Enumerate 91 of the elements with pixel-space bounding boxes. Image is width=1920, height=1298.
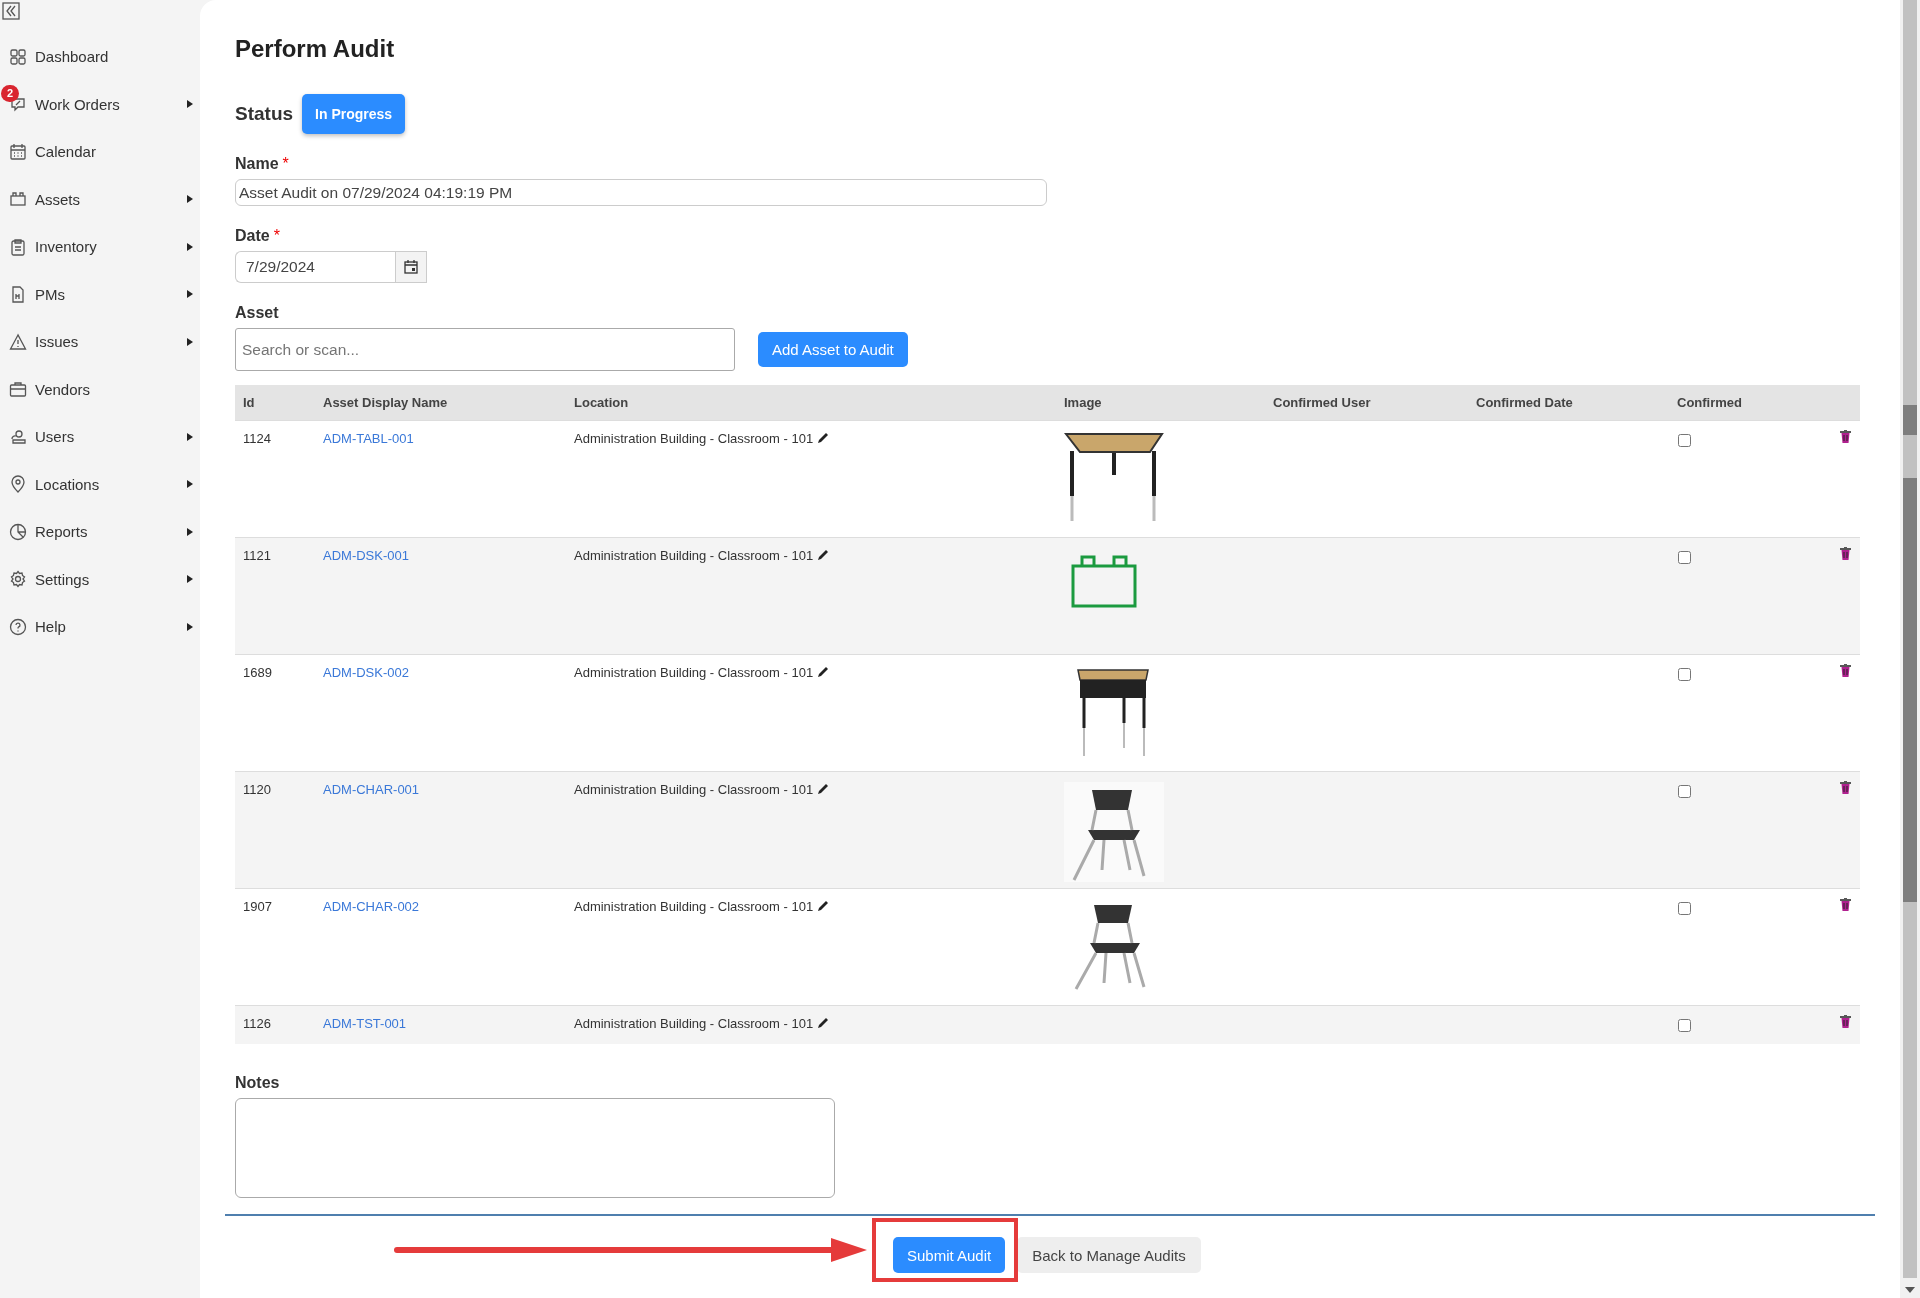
sidebar-item[interactable]: Calendar <box>0 128 200 176</box>
scrollbar-track[interactable] <box>1903 0 1917 1278</box>
sidebar-item[interactable]: PMs <box>0 270 200 318</box>
table-cell: Administration Building - Classroom - 101 <box>574 431 814 446</box>
sidebar-item-icon <box>9 285 27 304</box>
confirmed-checkbox[interactable] <box>1678 1019 1691 1032</box>
sidebar-item-icon <box>9 142 27 161</box>
sidebar-item-icon <box>9 47 27 66</box>
back-button[interactable]: Back to Manage Audits <box>1017 1237 1201 1273</box>
table-cell: Administration Building - Classroom - 101 <box>574 1016 814 1031</box>
sidebar-item-icon <box>9 332 27 351</box>
asset-link[interactable]: ADM-TABL-001 <box>323 431 414 446</box>
notes-field[interactable] <box>235 1098 835 1198</box>
date-label: Date <box>235 227 270 244</box>
pencil-icon[interactable] <box>817 548 831 561</box>
pencil-icon[interactable] <box>817 782 831 795</box>
sidebar-item-icon <box>9 570 27 589</box>
pencil-icon[interactable] <box>817 665 831 678</box>
asset-link[interactable]: ADM-CHAR-002 <box>323 899 420 914</box>
table-cell: 1124 <box>243 431 271 446</box>
table-cell: 1689 <box>243 665 272 680</box>
confirmed-checkbox[interactable] <box>1678 902 1691 915</box>
sidebar-item[interactable]: Settings <box>0 555 200 603</box>
pencil-icon[interactable] <box>817 899 831 912</box>
sidebar-item[interactable]: Vendors <box>0 365 200 413</box>
sidebar-item-icon <box>9 190 27 209</box>
table-cell: Administration Building - Classroom - 101 <box>574 665 814 680</box>
sidebar-item-icon <box>9 617 27 636</box>
name-field[interactable]: Asset Audit on 07/29/2024 04:19:19 PM <box>235 179 1047 206</box>
column-header: Confirmed Date <box>1475 394 1574 412</box>
asset-link[interactable]: ADM-DSK-002 <box>323 665 409 680</box>
sidebar-item[interactable]: Dashboard <box>0 33 200 81</box>
asset-link[interactable]: ADM-TST-001 <box>323 1016 407 1031</box>
status-badge: In Progress <box>302 94 406 134</box>
status-label: Status <box>235 103 294 125</box>
sidebar-item-icon <box>9 427 27 446</box>
asset-link[interactable]: ADM-DSK-001 <box>323 548 409 563</box>
scrollbar-thumb[interactable] <box>1903 478 1917 902</box>
calendar-button[interactable] <box>395 251 427 283</box>
table-cell: 1121 <box>243 548 271 563</box>
scrollbar-thumb[interactable] <box>1903 405 1917 435</box>
sidebar-item-icon <box>9 475 27 494</box>
confirmed-checkbox[interactable] <box>1678 785 1691 798</box>
sidebar-item-icon <box>9 237 27 256</box>
column-header: Asset Display Name <box>322 394 449 412</box>
trash-icon[interactable] <box>1840 547 1851 560</box>
collapse-sidebar-icon[interactable] <box>2 2 20 20</box>
sidebar-item[interactable]: Issues <box>0 318 200 366</box>
notes-label: Notes <box>235 1074 280 1091</box>
date-field[interactable]: 7/29/2024 <box>235 251 395 283</box>
table-cell: 1907 <box>243 899 272 914</box>
sidebar-item[interactable]: Inventory <box>0 223 200 271</box>
sidebar-item-icon <box>9 95 27 114</box>
sidebar-item[interactable]: Users <box>0 413 200 461</box>
pencil-icon[interactable] <box>817 1016 831 1029</box>
column-header: Id <box>242 394 256 412</box>
trash-icon[interactable] <box>1840 898 1851 911</box>
column-header: Confirmed User <box>1272 394 1372 412</box>
table-cell: Administration Building - Classroom - 101 <box>574 548 814 563</box>
table-cell: Administration Building - Classroom - 101 <box>574 899 814 914</box>
scroll-down-icon[interactable] <box>1905 1287 1915 1293</box>
name-label: Name <box>235 155 279 172</box>
notification-badge: 2 <box>1 84 19 102</box>
sidebar-item[interactable]: Assets <box>0 175 200 223</box>
table-cell: 1126 <box>243 1016 271 1031</box>
confirmed-checkbox[interactable] <box>1678 551 1691 564</box>
trash-icon[interactable] <box>1840 664 1851 677</box>
table-cell: 1120 <box>243 782 271 797</box>
sidebar-item[interactable]: Work Orders 2 <box>0 80 200 128</box>
required-mark: * <box>282 155 289 172</box>
column-header: Location <box>573 394 630 412</box>
column-header: Image <box>1063 394 1103 412</box>
calendar-icon <box>404 260 418 274</box>
trash-icon[interactable] <box>1840 1015 1851 1028</box>
trash-icon[interactable] <box>1840 430 1851 443</box>
asset-label: Asset <box>235 304 279 321</box>
table-cell: Administration Building - Classroom - 101 <box>574 782 814 797</box>
trash-icon[interactable] <box>1840 781 1851 794</box>
page-title: Perform Audit <box>235 34 396 64</box>
sidebar-item[interactable]: Locations <box>0 460 200 508</box>
sidebar-item[interactable]: Help <box>0 603 200 651</box>
confirmed-checkbox[interactable] <box>1678 668 1691 681</box>
required-mark: * <box>273 227 280 244</box>
sidebar-item-icon <box>9 380 27 399</box>
sidebar-item-icon <box>9 522 27 541</box>
pencil-icon[interactable] <box>817 431 831 444</box>
confirmed-checkbox[interactable] <box>1678 434 1691 447</box>
column-header: Confirmed <box>1676 394 1743 412</box>
search-field[interactable]: Search or scan... <box>235 328 735 371</box>
sidebar-item[interactable]: Reports <box>0 508 200 556</box>
asset-link[interactable]: ADM-CHAR-001 <box>323 782 420 797</box>
